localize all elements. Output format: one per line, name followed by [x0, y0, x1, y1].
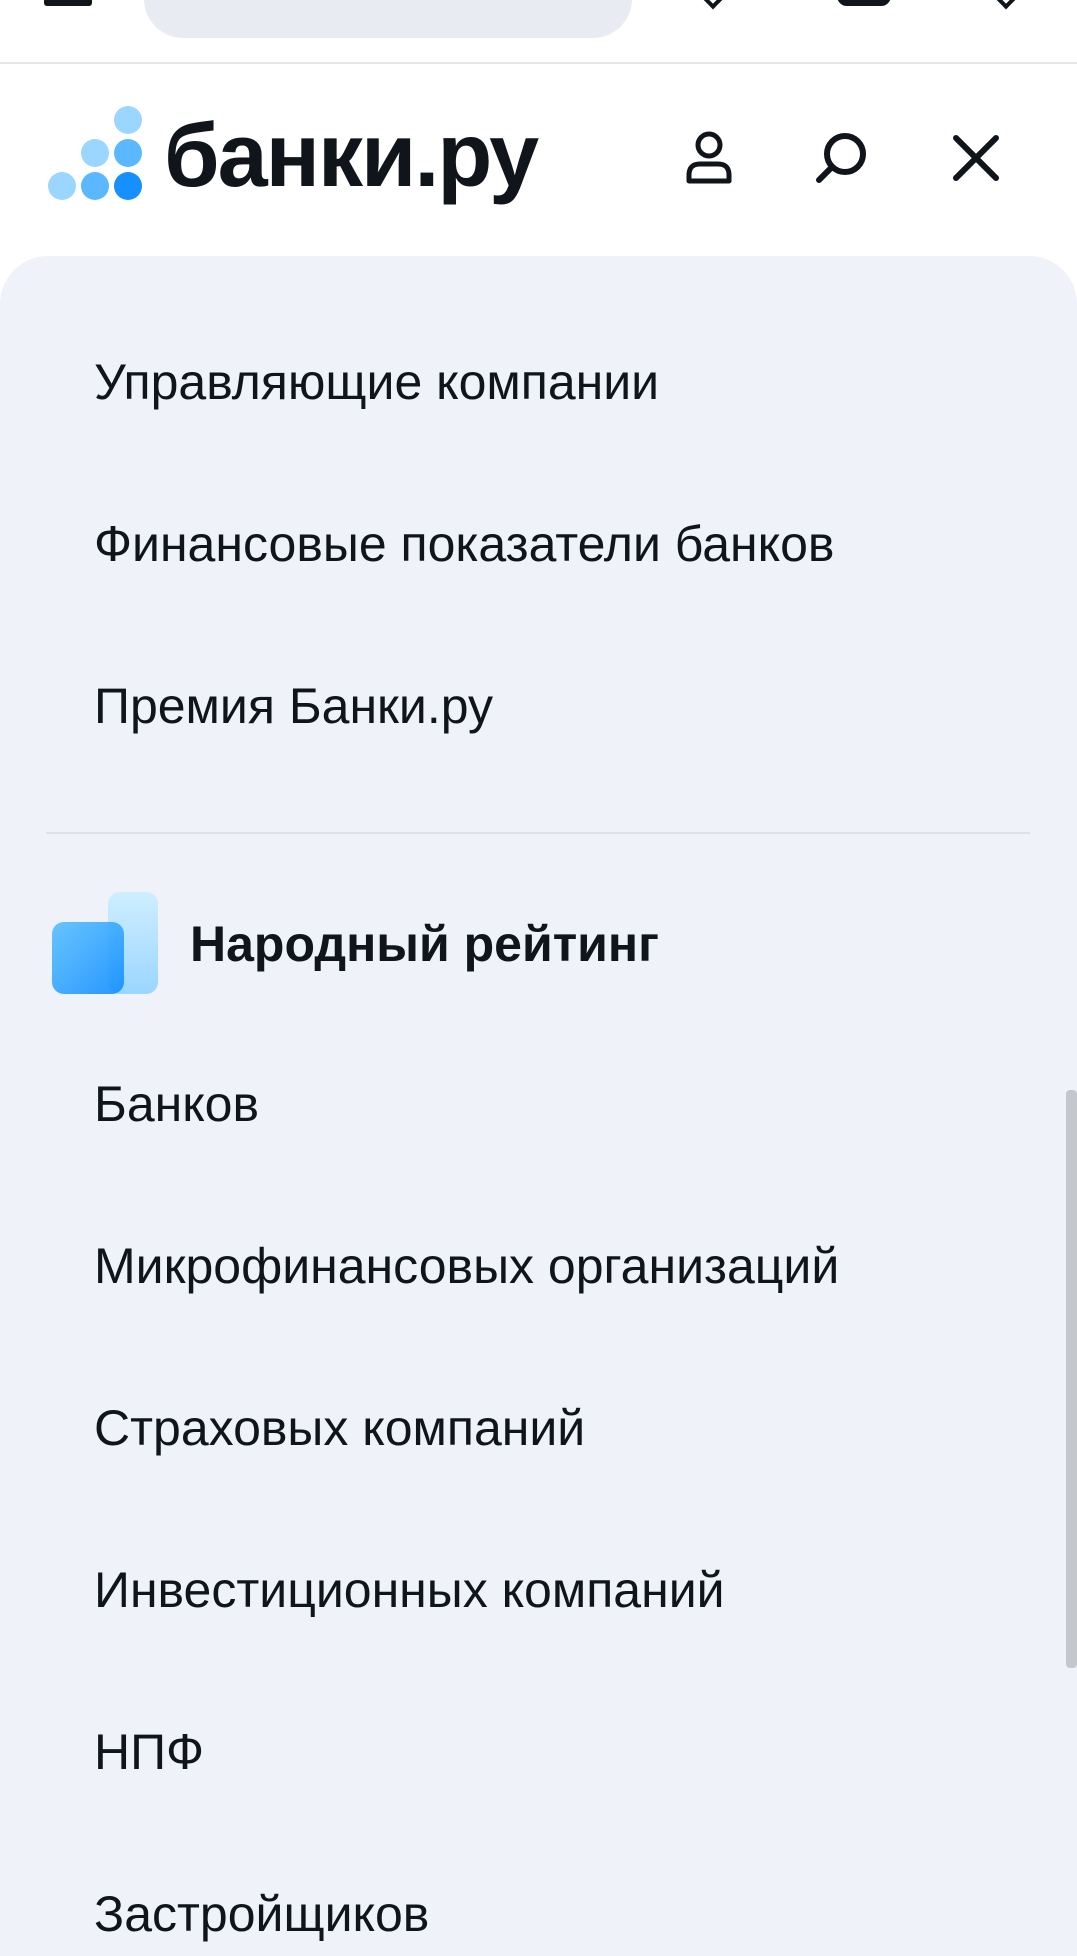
- chevron-down-icon[interactable]: [701, 0, 725, 10]
- logo-dots-icon: [44, 106, 144, 206]
- tabs-icon[interactable]: [837, 0, 891, 6]
- menu-item[interactable]: Банков: [94, 1074, 259, 1134]
- logo-text: банки.ру: [164, 106, 539, 206]
- navigation-menu-panel: Управляющие компании Финансовые показате…: [0, 256, 1077, 1956]
- menu-item[interactable]: НПФ: [94, 1722, 204, 1782]
- user-icon: [686, 131, 732, 184]
- chevron-down-icon[interactable]: [994, 0, 1018, 10]
- profile-button[interactable]: [667, 116, 751, 200]
- section-title: Народный рейтинг: [190, 916, 659, 972]
- search-button[interactable]: [799, 116, 883, 200]
- menu-item[interactable]: Микрофинансовых организаций: [94, 1236, 839, 1296]
- section-divider: [46, 832, 1030, 834]
- scrollbar-thumb[interactable]: [1066, 1090, 1077, 1668]
- site-logo[interactable]: банки.ру: [44, 96, 539, 216]
- site-header: банки.ру: [0, 64, 1077, 254]
- rating-bars-icon: [52, 892, 158, 996]
- top-toolbar-strip: [0, 0, 1077, 64]
- menu-item[interactable]: Премия Банки.ру: [94, 676, 493, 736]
- menu-item[interactable]: Инвестиционных компаний: [94, 1560, 725, 1620]
- menu-item[interactable]: Страховых компаний: [94, 1398, 585, 1458]
- menu-icon[interactable]: [44, 0, 92, 6]
- close-menu-button[interactable]: [934, 116, 1018, 200]
- menu-item[interactable]: Управляющие компании: [94, 352, 659, 412]
- search-icon: [816, 133, 866, 183]
- close-icon: [953, 135, 999, 181]
- address-bar[interactable]: [144, 0, 632, 38]
- section-header: Народный рейтинг: [52, 892, 659, 996]
- menu-item[interactable]: Финансовые показатели банков: [94, 514, 834, 574]
- menu-item[interactable]: Застройщиков: [94, 1884, 429, 1944]
